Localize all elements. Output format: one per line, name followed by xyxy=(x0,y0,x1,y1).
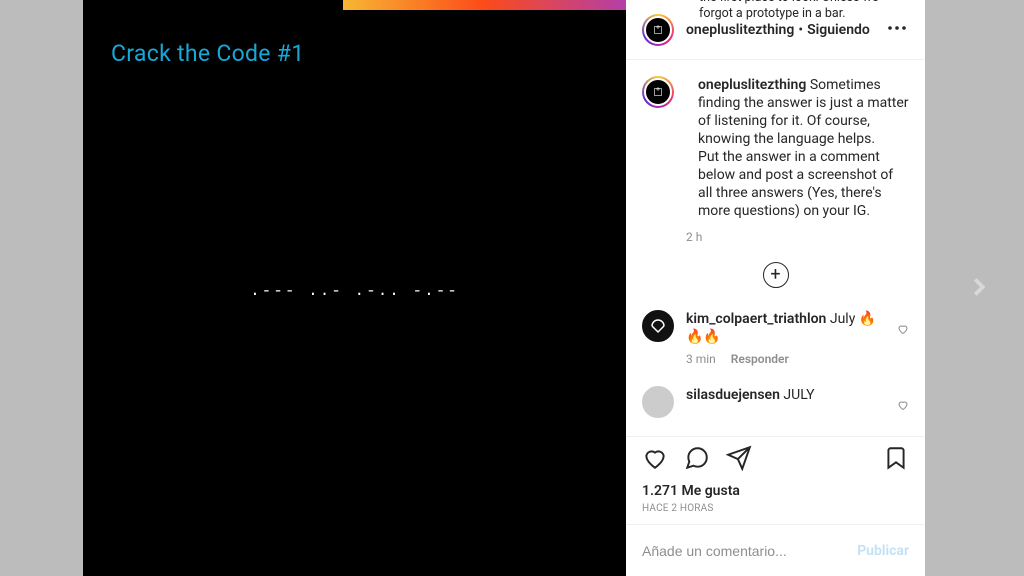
like-button[interactable] xyxy=(642,445,668,475)
post-caption: onepluslitezthing Sometimes finding the … xyxy=(642,76,909,220)
caption-username[interactable]: onepluslitezthing xyxy=(698,77,806,93)
like-comment-button[interactable] xyxy=(897,396,909,415)
heart-outline-icon xyxy=(897,323,909,335)
speech-bubble-icon xyxy=(684,445,710,471)
post-media[interactable]: Crack the Code #1 .--- ..- .-.. -.-- xyxy=(83,0,626,576)
avatar-initials-icon xyxy=(649,317,667,335)
post-body: onepluslitezthing Sometimes finding the … xyxy=(626,60,925,436)
oneplus-logo-icon xyxy=(652,86,664,98)
comment-meta: 3 min Responder xyxy=(686,352,909,366)
heart-outline-icon xyxy=(642,445,668,471)
story-thumbnail-strip xyxy=(343,0,626,10)
like-comment-button[interactable] xyxy=(897,320,909,339)
caption-avatar[interactable] xyxy=(642,76,674,108)
media-morse-text: .--- ..- .-.. -.-- xyxy=(83,282,626,300)
share-button[interactable] xyxy=(726,445,752,475)
reply-button[interactable]: Responder xyxy=(731,352,789,366)
author-avatar[interactable] xyxy=(642,14,674,46)
plus-icon: + xyxy=(763,262,789,288)
action-bar xyxy=(626,437,925,483)
save-button[interactable] xyxy=(883,445,909,475)
post-sidebar: the first place to look. Unless we forgo… xyxy=(626,0,925,576)
likes-count[interactable]: 1.271 Me gusta xyxy=(626,483,925,499)
chevron-right-icon xyxy=(964,272,994,302)
comment-username[interactable]: kim_colpaert_triathlon xyxy=(686,311,826,327)
heart-outline-icon xyxy=(897,399,909,411)
add-comment-form: Publicar xyxy=(626,524,925,576)
paper-plane-icon xyxy=(726,445,752,471)
commenter-avatar[interactable] xyxy=(642,386,674,418)
comment-time: 3 min xyxy=(686,352,716,366)
comment-username[interactable]: silasduejensen xyxy=(686,387,780,403)
post-footer: 1.271 Me gusta HACE 2 HORAS Publicar xyxy=(626,436,925,576)
header-separator: • xyxy=(798,22,803,38)
author-username[interactable]: onepluslitezthing xyxy=(686,22,794,38)
comment-text: JULY xyxy=(783,387,814,403)
publish-button[interactable]: Publicar xyxy=(857,543,909,559)
follow-button[interactable]: Siguiendo xyxy=(807,22,870,38)
comment: silasduejensen JULY xyxy=(642,386,909,418)
bookmark-icon xyxy=(883,445,909,471)
post-timestamp: HACE 2 HORAS xyxy=(626,499,925,524)
comment-input[interactable] xyxy=(642,543,857,559)
comment: kim_colpaert_triathlon July 🔥🔥🔥 xyxy=(642,310,909,346)
commenter-avatar[interactable] xyxy=(642,310,674,342)
oneplus-logo-icon xyxy=(652,24,664,36)
next-post-button[interactable] xyxy=(964,272,994,306)
media-title: Crack the Code #1 xyxy=(111,40,304,67)
caption-time: 2 h xyxy=(686,230,909,244)
caption-text-2: Put the answer in a comment below and po… xyxy=(698,149,893,219)
previous-post-caption-fragment: the first place to look. Unless we forgo… xyxy=(683,0,925,22)
post-modal: Crack the Code #1 .--- ..- .-.. -.-- the… xyxy=(83,0,925,576)
expand-caption-button[interactable]: + xyxy=(642,262,909,288)
comment-button[interactable] xyxy=(684,445,710,475)
